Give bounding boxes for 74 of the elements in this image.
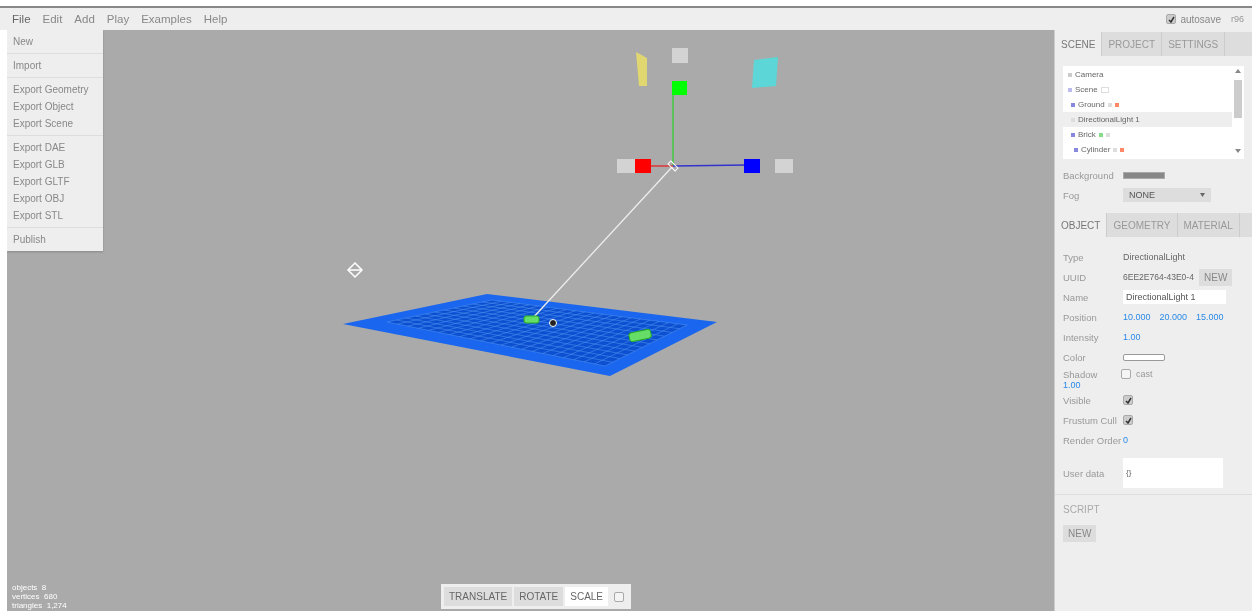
menu-option[interactable]: Export Scene xyxy=(7,115,103,132)
checkbox-label: cast xyxy=(1136,369,1153,379)
menu-item[interactable]: Help xyxy=(198,13,235,25)
menu-item[interactable]: Edit xyxy=(37,13,70,25)
stats-text: triangles 1,274 xyxy=(12,601,67,610)
light-target-icon xyxy=(346,261,364,279)
menu-item[interactable]: File xyxy=(7,13,38,25)
new-script-button[interactable]: NEW xyxy=(1063,524,1097,542)
property-label: Color xyxy=(1063,351,1087,363)
object-tab[interactable]: OBJECT xyxy=(1055,213,1108,237)
property-label: Background xyxy=(1063,169,1115,181)
new-uuid-button[interactable]: NEW xyxy=(1199,268,1233,286)
transform-mode-button[interactable]: TRANSLATE xyxy=(444,587,513,606)
menu-option[interactable]: Export STL xyxy=(7,207,103,224)
stats-text: vertices 680 xyxy=(12,592,59,601)
scroll-down-icon[interactable] xyxy=(1235,149,1241,153)
checkbox[interactable] xyxy=(1166,14,1177,24)
menu-option[interactable]: Export GLB xyxy=(7,156,103,173)
scrollbar-thumb[interactable] xyxy=(1234,80,1242,118)
autosave-label: autosave xyxy=(1180,13,1221,25)
property-label: Intensity xyxy=(1063,331,1100,343)
menu-option[interactable]: Export GLTF xyxy=(7,173,103,190)
number-field[interactable]: 1.00 xyxy=(1063,380,1112,390)
stats-text: objects 8 xyxy=(12,583,48,592)
sphere-object[interactable] xyxy=(549,319,557,327)
fog-select[interactable]: NONE xyxy=(1123,188,1211,202)
uuid-value: 6EE2E764-43E0-4 xyxy=(1123,272,1195,282)
transform-gizmo[interactable] xyxy=(617,48,793,173)
number-field[interactable]: 15.000 xyxy=(1196,312,1224,322)
property-label: Fog xyxy=(1063,189,1081,201)
dropdown-caret-icon xyxy=(1200,193,1205,197)
name-field[interactable]: DirectionalLight 1 xyxy=(1123,290,1226,304)
transform-mode-button[interactable]: ROTATE xyxy=(514,587,564,606)
menu-option[interactable]: Publish xyxy=(7,231,103,248)
property-label: Position xyxy=(1063,311,1098,323)
checkbox[interactable] xyxy=(1121,369,1131,379)
menu-option[interactable]: Export Geometry xyxy=(7,81,103,98)
menu-item[interactable]: Play xyxy=(101,13,137,25)
version-label: r96 xyxy=(1231,14,1244,24)
property-label: Shadow xyxy=(1063,369,1099,380)
menu-option[interactable]: Export Object xyxy=(7,98,103,115)
property-label: Frustum Cull xyxy=(1063,414,1118,426)
menu-option[interactable]: Import xyxy=(7,57,103,74)
property-label: Name xyxy=(1063,291,1090,303)
checkbox[interactable] xyxy=(1123,395,1133,405)
sidebar-tab[interactable]: SCENE xyxy=(1055,32,1103,56)
cylinder-object[interactable] xyxy=(523,315,540,324)
number-field[interactable]: 1.00 xyxy=(1123,332,1141,342)
property-value: DirectionalLight xyxy=(1123,252,1186,262)
menu-option[interactable]: Export OBJ xyxy=(7,190,103,207)
cylinder-object[interactable] xyxy=(627,328,653,343)
number-field[interactable]: 20.000 xyxy=(1159,312,1188,322)
checkbox[interactable] xyxy=(614,591,625,602)
scene-outliner[interactable]: Camera Scene Ground DirectionalLight 1 Brick Cylinder xyxy=(1063,66,1244,159)
background-color-swatch[interactable] xyxy=(1123,171,1165,179)
property-label: Visible xyxy=(1063,394,1092,406)
property-label: UUID xyxy=(1063,271,1088,283)
number-field[interactable]: 10.000 xyxy=(1123,312,1151,322)
number-field[interactable]: 0 xyxy=(1123,435,1129,445)
menu-option[interactable]: Export DAE xyxy=(7,139,103,156)
menu-option[interactable]: New xyxy=(7,33,103,50)
menu-item[interactable]: Examples xyxy=(136,13,199,25)
property-label: Type xyxy=(1063,251,1085,263)
property-label: User data xyxy=(1063,467,1106,479)
checkbox[interactable] xyxy=(1123,415,1133,425)
user-data-field[interactable]: {} xyxy=(1123,458,1223,488)
transform-mode-button[interactable]: SCALE xyxy=(565,587,609,606)
menu-item[interactable]: Add xyxy=(69,13,102,25)
scroll-up-icon[interactable] xyxy=(1235,69,1241,73)
color-swatch[interactable] xyxy=(1123,353,1165,361)
outliner-item[interactable]: DirectionalLight 1 xyxy=(1063,112,1232,127)
viewport[interactable]: New Import Export Geometry Export Object Export Scene Export DAE Export GLB Export GLTF Export OBJ Export STL Publish objects 8 vertices 680 triangles 1,274 TRANSLATE ROTATE SCALE xyxy=(7,30,1054,611)
section-title: SCRIPT xyxy=(1063,503,1100,515)
property-label: Render Order xyxy=(1063,434,1122,446)
